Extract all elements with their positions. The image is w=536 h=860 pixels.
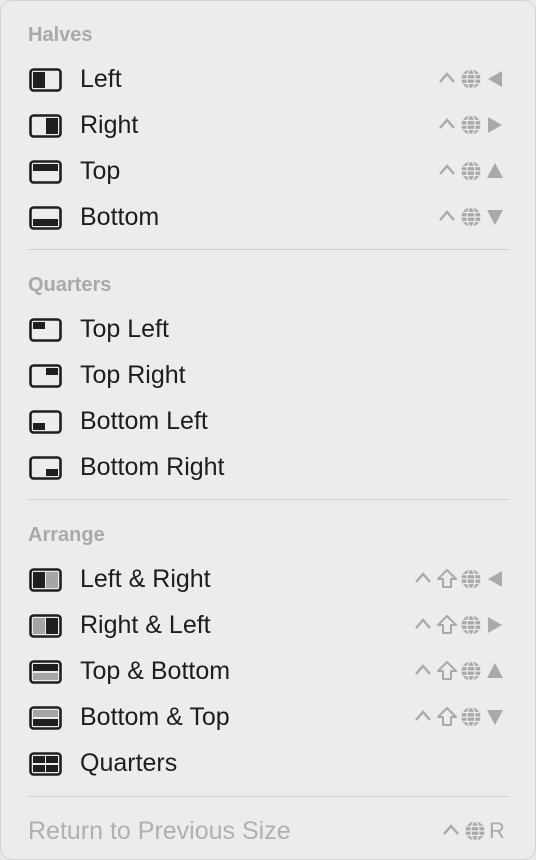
control-key-icon xyxy=(439,210,455,221)
menu-item-bottom[interactable]: Bottom xyxy=(15,195,521,239)
section-title-quarters: Quarters xyxy=(28,274,112,296)
control-key-icon xyxy=(415,664,431,675)
shortcut xyxy=(411,613,507,637)
arrange-quarters-icon xyxy=(29,752,62,776)
half-left-icon xyxy=(29,68,62,92)
menu-item-left[interactable]: Left xyxy=(15,57,521,101)
control-key-icon xyxy=(415,710,431,721)
arrow-down-icon xyxy=(487,710,503,725)
section-title-arrange: Arrange xyxy=(28,524,105,546)
menu-item-label: Return to Previous Size xyxy=(28,817,291,845)
menu-item-label: Top & Bottom xyxy=(80,657,231,685)
menu-item-label: Bottom Right xyxy=(80,453,225,481)
shift-key-icon xyxy=(437,569,457,588)
globe-icon xyxy=(461,614,481,636)
menu-item-label: Left xyxy=(80,65,122,93)
separator xyxy=(28,796,509,797)
menu-item-label: Top Left xyxy=(80,315,169,343)
menu-item-bottom-right[interactable]: Bottom Right xyxy=(15,445,521,489)
arrow-up-icon xyxy=(487,163,503,178)
menu-item-top-right[interactable]: Top Right xyxy=(15,353,521,397)
separator xyxy=(28,249,509,250)
shortcut xyxy=(411,659,507,683)
menu-item-label: Bottom Left xyxy=(80,407,208,435)
globe-icon xyxy=(461,68,481,90)
shortcut: R xyxy=(439,819,507,843)
menu-item-label: Top xyxy=(80,157,121,185)
menu-item-return-to-previous-size[interactable]: Return to Previous Size R xyxy=(15,809,521,853)
arrange-right-left-icon xyxy=(29,614,62,638)
control-key-icon xyxy=(439,164,455,175)
arrow-left-icon xyxy=(488,71,502,87)
shift-key-icon xyxy=(437,661,457,680)
shift-key-icon xyxy=(437,707,457,726)
menu-item-right-and-left[interactable]: Right & Left xyxy=(15,603,521,647)
menu-item-left-and-right[interactable]: Left & Right xyxy=(15,557,521,601)
menu-item-right[interactable]: Right xyxy=(15,103,521,147)
window-tiling-menu: Halves Left Right Top Bottom Quarters To… xyxy=(0,0,536,860)
globe-icon xyxy=(465,820,485,842)
arrow-down-icon xyxy=(487,210,503,225)
globe-icon xyxy=(461,114,481,136)
globe-icon xyxy=(461,660,481,682)
control-key-icon xyxy=(415,618,431,629)
menu-item-label: Top Right xyxy=(80,361,186,389)
quarter-top-right-icon xyxy=(29,364,62,388)
shortcut xyxy=(435,113,507,137)
quarter-top-left-icon xyxy=(29,318,62,342)
shortcut xyxy=(411,705,507,729)
quarter-bottom-left-icon xyxy=(29,410,62,434)
globe-icon xyxy=(461,706,481,728)
menu-item-label: Left & Right xyxy=(80,565,211,593)
shortcut xyxy=(435,159,507,183)
shortcut-key-r: R xyxy=(489,818,505,843)
globe-icon xyxy=(461,206,481,228)
quarter-bottom-right-icon xyxy=(29,456,62,480)
menu-item-label: Quarters xyxy=(80,749,178,777)
menu-item-label: Right xyxy=(80,111,139,139)
control-key-icon xyxy=(415,572,431,583)
half-bottom-icon xyxy=(29,206,62,230)
half-top-icon xyxy=(29,160,62,184)
shift-key-icon xyxy=(437,615,457,634)
menu-item-quarters[interactable]: Quarters xyxy=(15,741,521,785)
menu-item-bottom-and-top[interactable]: Bottom & Top xyxy=(15,695,521,739)
control-key-icon xyxy=(443,824,459,835)
globe-icon xyxy=(461,160,481,182)
menu-item-top-and-bottom[interactable]: Top & Bottom xyxy=(15,649,521,693)
globe-icon xyxy=(461,568,481,590)
shortcut xyxy=(411,567,507,591)
arrange-left-right-icon xyxy=(29,568,62,592)
arrow-right-icon xyxy=(488,117,502,133)
menu-item-label: Bottom & Top xyxy=(80,703,230,731)
half-right-icon xyxy=(29,114,62,138)
menu-item-bottom-left[interactable]: Bottom Left xyxy=(15,399,521,443)
menu-item-label: Right & Left xyxy=(80,611,211,639)
section-title-halves: Halves xyxy=(28,24,93,46)
arrow-left-icon xyxy=(488,571,502,587)
control-key-icon xyxy=(439,118,455,129)
arrange-bottom-top-icon xyxy=(29,706,62,730)
arrow-up-icon xyxy=(487,663,503,678)
control-key-icon xyxy=(439,72,455,83)
shortcut xyxy=(435,205,507,229)
menu-item-top[interactable]: Top xyxy=(15,149,521,193)
arrange-top-bottom-icon xyxy=(29,660,62,684)
shortcut xyxy=(435,67,507,91)
menu-item-top-left[interactable]: Top Left xyxy=(15,307,521,351)
separator xyxy=(28,499,509,500)
arrow-right-icon xyxy=(488,617,502,633)
menu-item-label: Bottom xyxy=(80,203,160,231)
